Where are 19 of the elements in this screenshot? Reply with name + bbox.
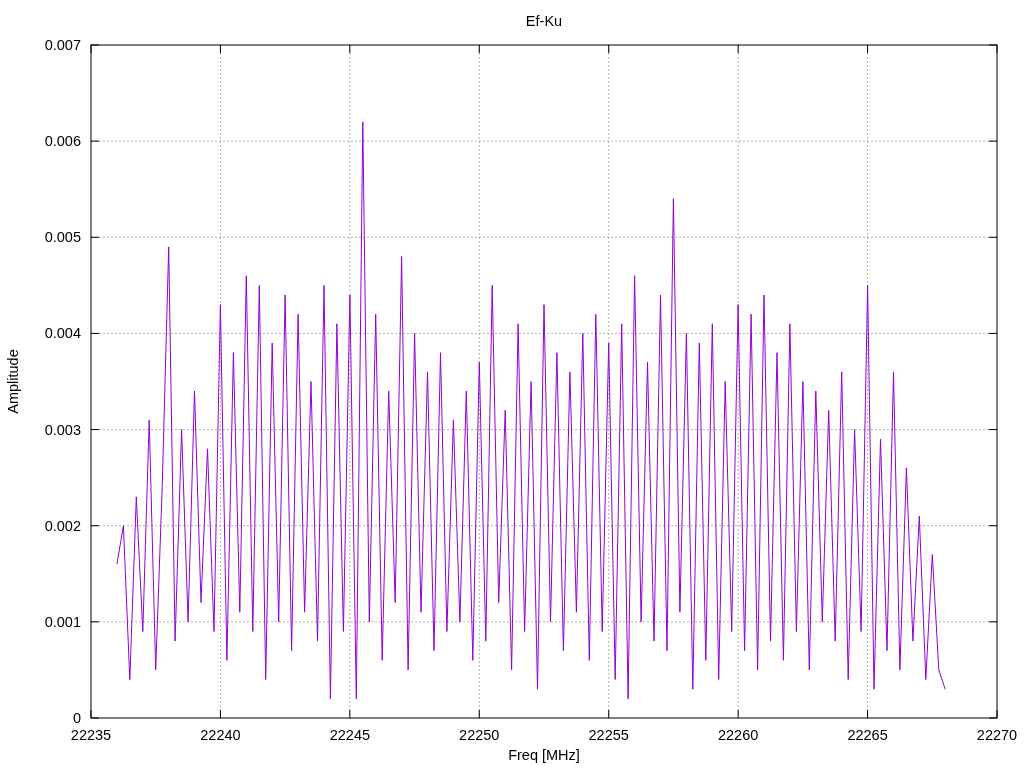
- y-tick-label: 0.001: [44, 613, 81, 630]
- y-tick-label: 0.003: [44, 421, 81, 438]
- x-tick-label: 22265: [847, 727, 888, 743]
- y-tick-label: 0.006: [44, 133, 81, 150]
- y-tick-label: 0.004: [44, 325, 81, 342]
- x-tick-label: 22250: [459, 727, 500, 743]
- x-tick-label: 22270: [976, 727, 1018, 743]
- y-tick-label: 0.002: [44, 517, 81, 534]
- x-tick-label: 22260: [718, 727, 759, 743]
- x-tick-label: 22235: [70, 727, 112, 743]
- x-tick-label: 22255: [588, 727, 629, 743]
- y-tick-label: 0.007: [44, 37, 81, 53]
- x-tick-label: 22245: [329, 727, 370, 743]
- x-axis-label: Freq [MHz]: [508, 747, 580, 763]
- chart-title: Ef-Ku: [525, 13, 563, 29]
- y-tick-label: 0: [72, 710, 81, 726]
- x-tick-label: 22240: [200, 727, 241, 743]
- y-axis-label: Amplitude: [5, 349, 21, 414]
- y-tick-label: 0.005: [44, 229, 81, 246]
